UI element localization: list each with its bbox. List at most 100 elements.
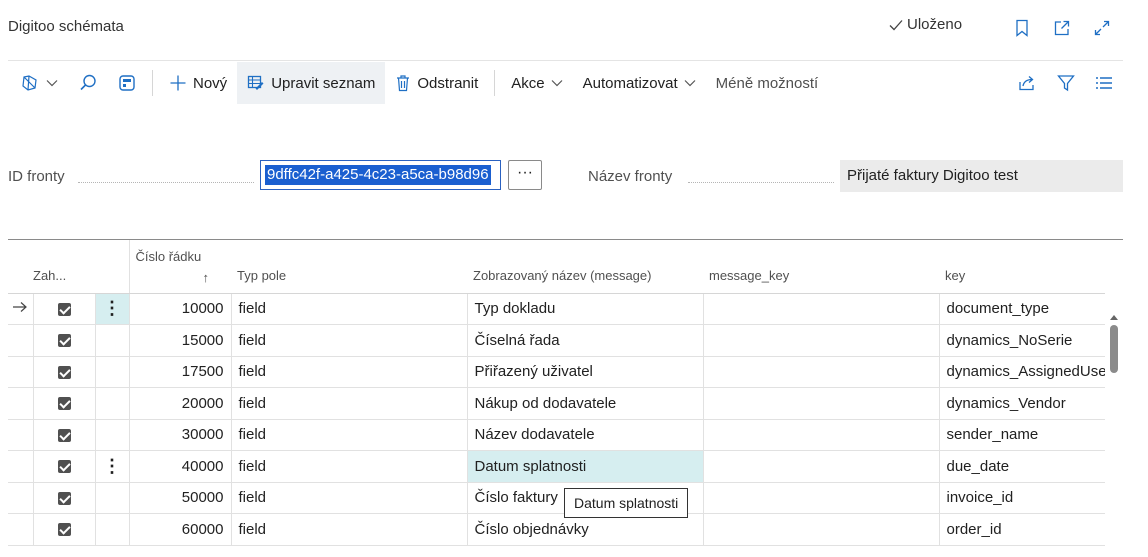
row-menu-cell[interactable]: ⋮ [95,293,130,325]
display-name-cell[interactable]: Název dodavatele [467,419,704,451]
message-key-cell[interactable] [703,324,940,357]
include-checkbox[interactable] [57,302,71,316]
row-menu-cell[interactable]: ⋮ [95,450,130,483]
field-type-cell[interactable]: field [231,293,468,325]
include-checkbox[interactable] [57,523,71,537]
include-checkbox-cell[interactable] [33,450,96,483]
line-no-cell[interactable]: 40000 [129,450,232,483]
header-include[interactable]: Zah... [33,240,95,294]
table-row[interactable]: 17500 field Přiřazený uživatel dynamics_Ass… [8,356,1105,388]
more-options-icon[interactable]: ⋮ [103,456,121,476]
line-no-cell[interactable]: 50000 [129,482,232,514]
share-button[interactable] [1007,62,1047,104]
actions-menu[interactable]: Akce [501,62,572,104]
table-row[interactable]: ⋮ 10000 field Typ dokladu document_type [8,293,1105,325]
message-key-cell[interactable] [703,482,940,514]
line-no-cell[interactable]: 17500 [129,356,232,388]
table-row[interactable]: 20000 field Nákup od dodavatele dynamics_Ve… [8,387,1105,420]
field-type-cell[interactable]: field [231,482,468,514]
line-no-cell[interactable]: 15000 [129,324,232,357]
open-new-window-icon[interactable] [1048,14,1076,42]
table-row[interactable]: ⋮ 40000 field Datum splatnosti due_date [8,450,1105,483]
table-row[interactable]: 15000 field Číselná řada dynamics_NoSerie [8,324,1105,357]
expand-icon[interactable] [1088,14,1116,42]
key-cell[interactable]: dynamics_Vendor [939,387,1105,420]
search-button[interactable] [68,62,108,104]
vertical-scrollbar-thumb[interactable] [1110,325,1118,373]
filter-button[interactable] [1047,62,1085,104]
include-checkbox[interactable] [57,460,71,474]
row-menu-cell[interactable] [95,324,130,357]
key-cell[interactable]: dynamics_NoSerie [939,324,1105,357]
new-button[interactable]: Nový [159,62,237,104]
include-checkbox-cell[interactable] [33,324,96,357]
row-menu-cell[interactable] [95,419,130,451]
line-no-cell[interactable]: 30000 [129,419,232,451]
include-checkbox-cell[interactable] [33,356,96,388]
message-key-cell[interactable] [703,387,940,420]
field-type-cell[interactable]: field [231,419,468,451]
queue-id-input[interactable]: 9dffc42f-a425-4c23-a5ca-b98d96 [260,160,501,190]
key-cell[interactable]: sender_name [939,419,1105,451]
table-row[interactable]: 60000 field Číslo objednávky order_id [8,513,1105,546]
bookmark-icon[interactable] [1008,14,1036,42]
include-checkbox[interactable] [57,334,71,348]
header-line-no[interactable]: Číslo řádku ↑ [128,240,231,294]
toolbar-divider [494,70,496,96]
header-field-type[interactable]: Typ pole [231,240,467,294]
field-type-cell[interactable]: field [231,356,468,388]
table-row[interactable]: 50000 field Číslo faktury invoice_id [8,482,1105,514]
message-key-cell[interactable] [703,419,940,451]
display-name-cell[interactable]: Přiřazený uživatel [467,356,704,388]
include-checkbox[interactable] [57,428,71,442]
field-type-cell[interactable]: field [231,513,468,546]
automate-menu[interactable]: Automatizovat [573,62,706,104]
display-name-cell[interactable]: Datum splatnosti [467,450,704,483]
include-checkbox[interactable] [57,365,71,379]
include-checkbox-cell[interactable] [33,293,96,325]
display-name-cell[interactable]: Nákup od dodavatele [467,387,704,420]
row-menu-cell[interactable] [95,356,130,388]
row-menu-cell[interactable] [95,387,130,420]
view-switcher-button[interactable] [8,62,68,104]
field-type-cell[interactable]: field [231,324,468,357]
display-name-cell[interactable]: Číslo objednávky [467,513,704,546]
table-row[interactable]: 30000 field Název dodavatele sender_name [8,419,1105,451]
header-message-key[interactable]: message_key [703,240,939,294]
message-key-cell[interactable] [703,356,940,388]
header-display-name[interactable]: Zobrazovaný název (message) [467,240,703,294]
key-cell[interactable]: invoice_id [939,482,1105,514]
key-cell[interactable]: order_id [939,513,1105,546]
line-no-cell[interactable]: 60000 [129,513,232,546]
field-type-cell[interactable]: field [231,450,468,483]
assist-edit-button[interactable]: ··· [508,160,542,190]
header-key[interactable]: key [939,240,1105,294]
key-cell[interactable]: due_date [939,450,1105,483]
line-no-cell[interactable]: 20000 [129,387,232,420]
row-menu-cell[interactable] [95,513,130,546]
message-key-cell[interactable] [703,293,940,325]
include-checkbox[interactable] [57,397,71,411]
message-key-cell[interactable] [703,513,940,546]
delete-button[interactable]: Odstranit [385,62,488,104]
tile-view-button[interactable] [108,62,146,104]
scroll-up-arrow[interactable] [1108,309,1120,320]
display-name-cell[interactable]: Typ dokladu [467,293,704,325]
message-key-cell[interactable] [703,450,940,483]
display-name-cell[interactable]: Číselná řada [467,324,704,357]
line-no-cell[interactable]: 10000 [129,293,232,325]
include-checkbox-cell[interactable] [33,513,96,546]
fewer-options-button[interactable]: Méně možností [706,62,829,104]
include-checkbox-cell[interactable] [33,482,96,514]
include-checkbox[interactable] [57,491,71,505]
include-checkbox-cell[interactable] [33,387,96,420]
edit-list-button[interactable]: Upravit seznam [237,62,386,104]
header-divider [8,60,1123,61]
more-options-icon[interactable]: ⋮ [103,298,121,318]
row-menu-cell[interactable] [95,482,130,514]
include-checkbox-cell[interactable] [33,419,96,451]
key-cell[interactable]: document_type [939,293,1105,325]
list-view-button[interactable] [1085,62,1123,104]
key-cell[interactable]: dynamics_AssignedUse [939,356,1105,388]
field-type-cell[interactable]: field [231,387,468,420]
